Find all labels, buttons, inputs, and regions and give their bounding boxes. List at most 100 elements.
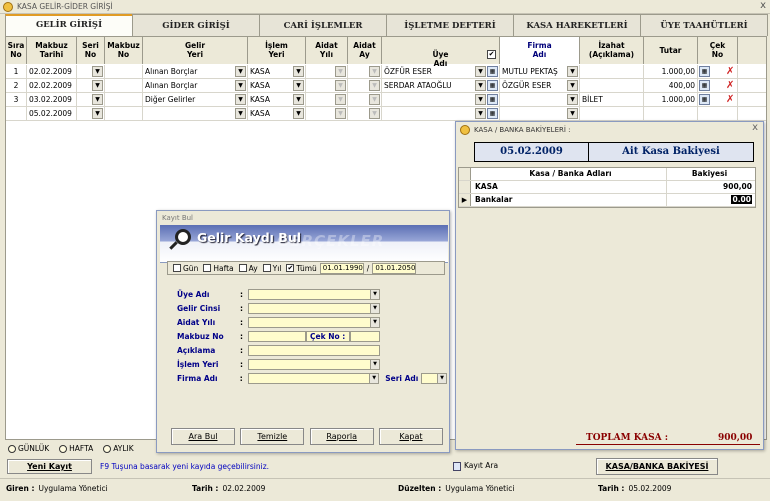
kasa-ara-link[interactable]: Kayıt Ara <box>453 461 498 471</box>
chevron-down-icon[interactable]: ▼ <box>92 66 103 77</box>
col-tarih[interactable]: Makbuz Tarihi <box>27 37 77 64</box>
cell-gelir[interactable]: Alınan Borçlar ▼ <box>143 79 248 93</box>
chevron-down-icon[interactable]: ▼ <box>92 94 103 105</box>
date-from-input[interactable]: 01.01.1990 <box>319 262 364 274</box>
chevron-down-icon[interactable]: ▼ <box>235 80 246 91</box>
cell-islem[interactable]: KASA ▼ <box>248 107 306 121</box>
cell-cek[interactable]: ▦ ✗ <box>698 65 738 79</box>
checkbox-yil[interactable] <box>262 264 271 272</box>
close-icon[interactable]: x <box>760 0 766 11</box>
search-button[interactable]: Ara Bul <box>171 428 235 445</box>
bank-value-selected[interactable]: 0.00 <box>731 195 752 204</box>
table-row[interactable]: 3 03.02.2009 ▼ Diğer Gelirler ▼ KASA ▼ ▼ ▼… <box>6 93 766 107</box>
calculator-icon[interactable]: ▦ <box>487 94 498 105</box>
cell-tutar[interactable]: 1.000,00 <box>644 65 698 79</box>
cell-makbuz[interactable] <box>105 93 143 107</box>
new-record-button[interactable]: Yeni Kayıt <box>7 459 92 474</box>
cell-uye[interactable]: ▼ ▦ <box>382 107 500 121</box>
tab-cari-islemler[interactable]: CARİ İŞLEMLER <box>259 14 387 36</box>
cek-no-input[interactable] <box>350 330 380 342</box>
chevron-down-icon[interactable]: ▼ <box>475 66 486 77</box>
cell-seri[interactable]: ▼ <box>77 79 105 93</box>
chevron-down-icon[interactable]: ▼ <box>567 66 578 77</box>
col-aidat-yili[interactable]: Aidat Yılı <box>306 37 348 64</box>
row-selector[interactable] <box>459 181 471 193</box>
col-gelir-yeri[interactable]: Gelir Yeri <box>143 37 248 64</box>
chevron-down-icon[interactable]: ▼ <box>567 94 578 105</box>
uye-checkbox[interactable]: ✔ <box>487 50 496 59</box>
chevron-down-icon[interactable]: ▼ <box>370 359 379 369</box>
cell-izahat[interactable] <box>580 107 644 121</box>
view-tab-daily[interactable]: GÜNLÜK <box>8 444 49 453</box>
cell-aidat-yili[interactable]: ▼ <box>306 107 348 121</box>
cell-tarih[interactable]: 02.02.2009 <box>27 79 77 93</box>
checkbox-hafta[interactable] <box>203 264 212 272</box>
calculator-icon[interactable]: ▦ <box>699 94 710 105</box>
clear-button[interactable]: Temizle <box>240 428 305 445</box>
view-tab-monthly[interactable]: AYLIK <box>103 444 134 453</box>
calculator-icon[interactable]: ▦ <box>487 80 498 91</box>
cell-aidat-yili[interactable]: ▼ <box>306 65 348 79</box>
table-row[interactable]: ▶ Bankalar 0.00 <box>459 194 755 207</box>
col-tutar[interactable]: Tutar <box>644 37 698 64</box>
cell-tutar[interactable] <box>644 107 698 121</box>
firma-adi-select[interactable]: ▼ <box>247 372 380 384</box>
cell-firma[interactable]: MUTLU PEKTAŞ ▼ <box>500 65 580 79</box>
cell-seri[interactable]: ▼ <box>77 93 105 107</box>
bank-balance-button[interactable]: KASA/BANKA BAKİYESİ <box>596 458 718 475</box>
table-row[interactable]: KASA 900,00 <box>459 181 755 194</box>
cell-makbuz[interactable] <box>105 65 143 79</box>
chevron-down-icon[interactable]: ▼ <box>567 80 578 91</box>
col-cek-no[interactable]: Çek No <box>698 37 738 64</box>
tab-kasa-hareketleri[interactable]: KASA HAREKETLERİ <box>513 14 641 36</box>
cell-izahat[interactable] <box>580 65 644 79</box>
calculator-icon[interactable]: ▦ <box>699 80 710 91</box>
cell-gelir[interactable]: ▼ <box>143 107 248 121</box>
uye-select[interactable]: ▼ <box>248 288 380 300</box>
cell-firma[interactable]: ▼ <box>500 93 580 107</box>
cell-aidat-ay[interactable]: ▼ <box>348 79 382 93</box>
chevron-down-icon[interactable]: ▼ <box>475 80 486 91</box>
chevron-down-icon[interactable]: ▼ <box>235 66 246 77</box>
checkbox-ay[interactable] <box>238 264 247 272</box>
cell-makbuz[interactable] <box>105 107 143 121</box>
chevron-down-icon[interactable]: ▼ <box>475 94 486 105</box>
cell-cek[interactable]: ▦ ✗ <box>698 79 738 93</box>
table-row[interactable]: 2 02.02.2009 ▼ Alınan Borçlar ▼ KASA ▼ ▼ ▼… <box>6 79 766 93</box>
chevron-down-icon[interactable]: ▼ <box>293 108 304 119</box>
col-uye-adi[interactable]: Üye Adı ✔ <box>382 37 500 68</box>
tab-gider-girisi[interactable]: GİDER GİRİŞİ <box>132 14 260 36</box>
col-sira[interactable]: Sıra No <box>6 37 27 64</box>
cell-aidat-ay[interactable]: ▼ <box>348 107 382 121</box>
cell-firma[interactable]: ▼ <box>500 107 580 121</box>
chevron-down-icon[interactable]: ▼ <box>369 80 380 91</box>
report-button[interactable]: Raporla <box>309 428 374 445</box>
aciklama-input[interactable] <box>248 344 380 356</box>
cell-izahat[interactable] <box>580 79 644 93</box>
chevron-down-icon[interactable]: ▼ <box>335 108 346 119</box>
delete-icon[interactable]: ✗ <box>726 94 734 105</box>
chevron-down-icon[interactable]: ▼ <box>370 303 379 313</box>
chevron-down-icon[interactable]: ▼ <box>293 80 304 91</box>
cell-islem[interactable]: KASA ▼ <box>248 65 306 79</box>
date-to-input[interactable]: 01.01.2050 <box>372 262 417 274</box>
chevron-down-icon[interactable]: ▼ <box>369 108 380 119</box>
chevron-down-icon[interactable]: ▼ <box>369 373 379 383</box>
table-row[interactable]: 1 02.02.2009 ▼ Alınan Borçlar ▼ KASA ▼ ▼ ▼… <box>6 65 766 79</box>
cell-aidat-ay[interactable]: ▼ <box>348 93 382 107</box>
chevron-down-icon[interactable]: ▼ <box>335 94 346 105</box>
cell-tutar[interactable]: 400,00 <box>644 79 698 93</box>
chevron-down-icon[interactable]: ▼ <box>235 108 246 119</box>
calculator-icon[interactable]: ▦ <box>487 108 498 119</box>
close-icon[interactable]: x <box>752 122 758 133</box>
chevron-down-icon[interactable]: ▼ <box>437 373 446 383</box>
calculator-icon[interactable]: ▦ <box>487 66 498 77</box>
aidat-yili-select[interactable]: ▼ <box>248 316 380 328</box>
cell-firma[interactable]: ÖZGÜR ESER ▼ <box>500 79 580 93</box>
cell-islem[interactable]: KASA ▼ <box>248 79 306 93</box>
islem-yeri-select[interactable]: ▼ <box>248 358 380 370</box>
cell-gelir[interactable]: Alınan Borçlar ▼ <box>143 65 248 79</box>
tab-uye-taahutleri[interactable]: ÜYE TAAHÜTLERİ <box>640 14 768 36</box>
close-button[interactable]: Kapat <box>378 428 443 445</box>
tab-isletme-defteri[interactable]: İŞLETME DEFTERİ <box>386 14 514 36</box>
